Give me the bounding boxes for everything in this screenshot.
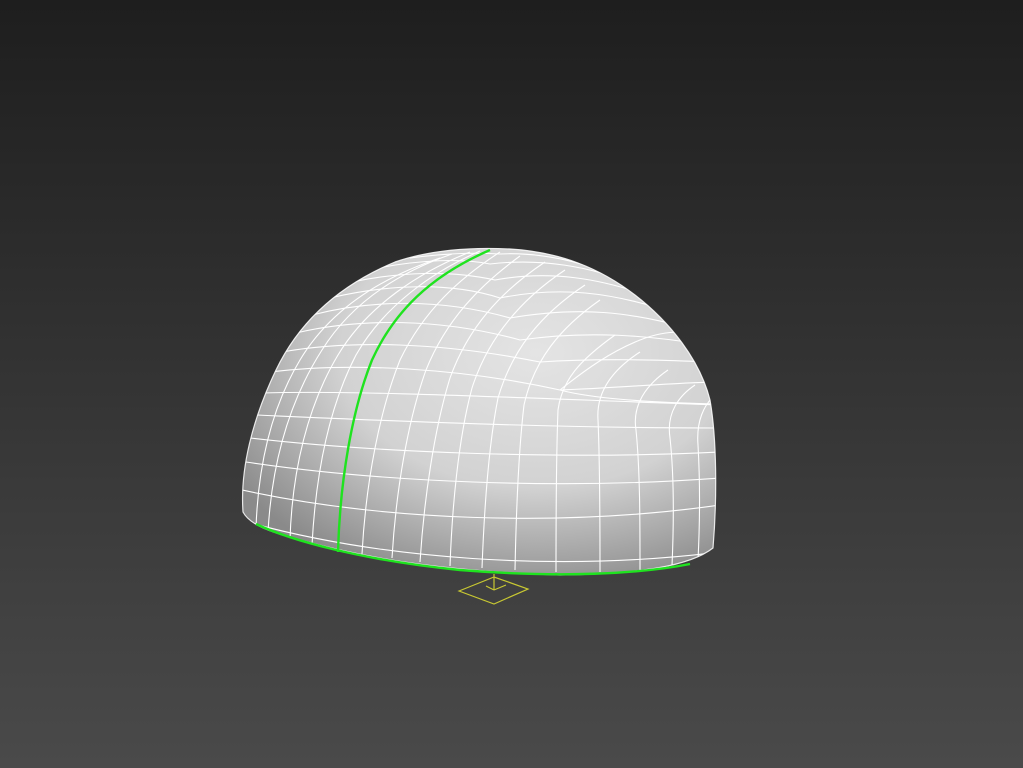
pivot-axis [485,574,507,591]
scene[interactable] [0,0,1023,768]
dome-mesh[interactable] [240,247,720,576]
viewport[interactable] [0,0,1023,768]
pivot-gizmo[interactable] [457,574,530,605]
